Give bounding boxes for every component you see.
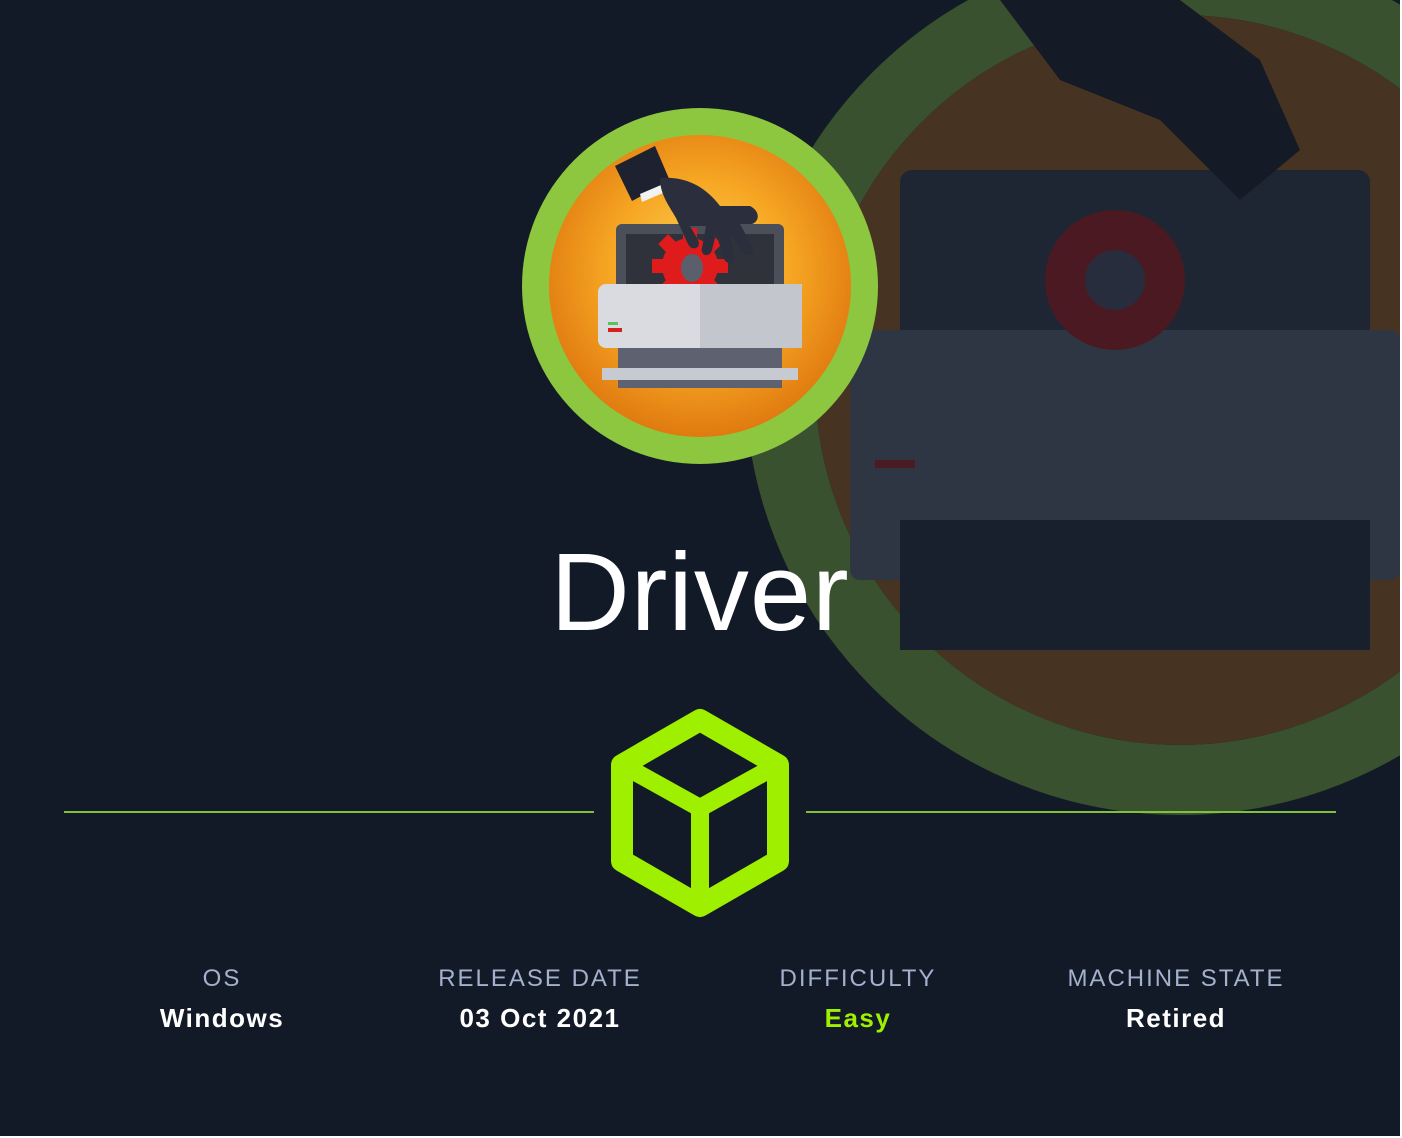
stat-difficulty: DIFFICULTY Easy [708, 962, 1008, 1038]
stat-difficulty-value: Easy [824, 1003, 892, 1033]
stat-release-date-value: 03 Oct 2021 [459, 1003, 621, 1033]
stat-machine-state-label: MACHINE STATE [1067, 965, 1285, 992]
stat-os-value: Windows [159, 1003, 285, 1033]
divider-left [64, 811, 594, 813]
machine-avatar-icon [522, 108, 878, 464]
stat-os-label: OS [202, 965, 242, 992]
machine-profile-page: Driver OS Windows RELEASE DATE 03 Oct 20… [0, 0, 1400, 1136]
stat-release-date: RELEASE DATE 03 Oct 2021 [390, 962, 690, 1038]
stat-machine-state: MACHINE STATE Retired [1026, 962, 1326, 1038]
divider-right [806, 811, 1336, 813]
cube-icon [611, 709, 789, 917]
stat-difficulty-label: DIFFICULTY [779, 965, 937, 992]
stat-release-date-label: RELEASE DATE [438, 965, 642, 992]
stat-os: OS Windows [72, 962, 372, 1038]
machine-stats: OS Windows RELEASE DATE 03 Oct 2021 DIFF… [0, 962, 1400, 1052]
machine-title: Driver [550, 531, 850, 654]
stat-machine-state-value: Retired [1125, 1003, 1227, 1033]
